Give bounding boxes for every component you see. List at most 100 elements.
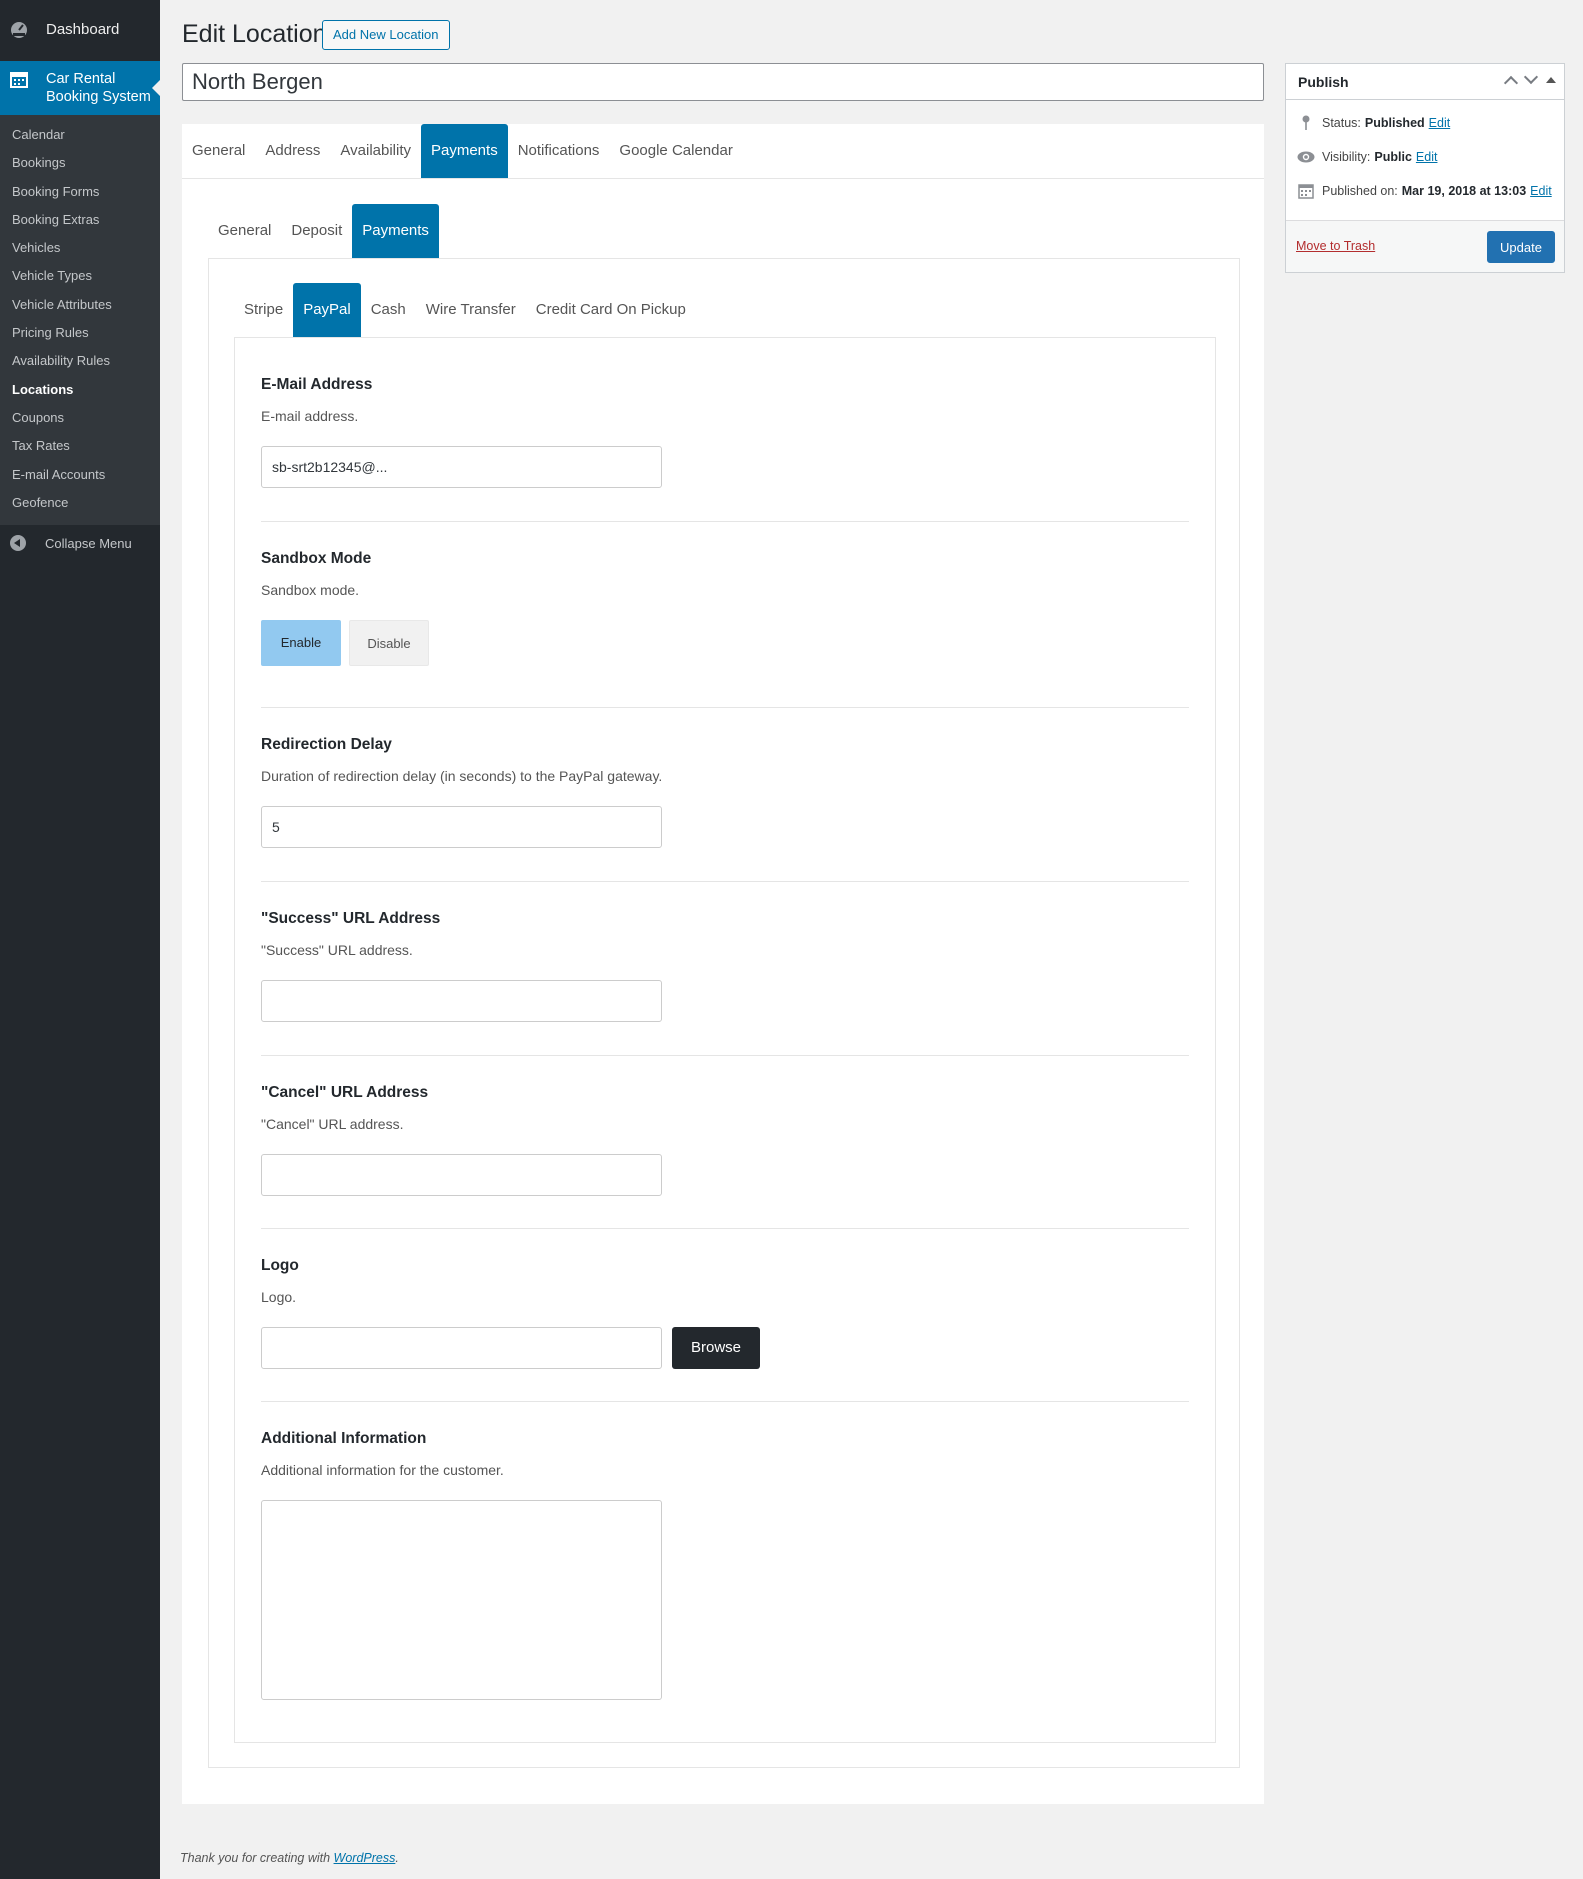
sidebar-item-dashboard[interactable]: Dashboard: [0, 0, 160, 58]
sidebar-dashboard-label: Dashboard: [46, 20, 120, 38]
published-on-row: Published on: Mar 19, 2018 at 13:03 Edit: [1297, 183, 1552, 199]
gateway-tab-cash[interactable]: Cash: [361, 283, 416, 337]
cancel-url-field-group: "Cancel" URL Address "Cancel" URL addres…: [261, 1084, 1189, 1196]
move-to-trash-link[interactable]: Move to Trash: [1296, 239, 1375, 253]
divider: [261, 707, 1189, 708]
visibility-row: Visibility: Public Edit: [1297, 149, 1437, 165]
location-title-input[interactable]: North Bergen: [182, 63, 1264, 101]
additional-info-textarea[interactable]: [261, 1500, 662, 1700]
sandbox-desc: Sandbox mode.: [261, 582, 360, 598]
divider: [261, 1228, 1189, 1229]
success-url-desc: "Success" URL address.: [261, 942, 413, 958]
main-tabs: General Address Availability Payments Notifi…: [182, 124, 1264, 179]
main-panel: General Address Availability Payments Notifi…: [182, 124, 1264, 1804]
sidebar-submenu: Calendar Bookings Booking Forms Booking Ext…: [0, 115, 160, 526]
sidebar-item-locations[interactable]: Locations: [0, 376, 160, 404]
move-up-icon[interactable]: [1503, 75, 1519, 91]
success-url-input[interactable]: [261, 980, 662, 1022]
status-edit-link[interactable]: Edit: [1429, 116, 1451, 130]
gateway-tab-credit-card-on-pickup[interactable]: Credit Card On Pickup: [526, 283, 696, 337]
sidebar-item-tax-rates[interactable]: Tax Rates: [0, 432, 160, 460]
logo-label: Logo: [261, 1257, 299, 1274]
payments-subtabs: General Deposit Payments: [208, 204, 439, 258]
sidebar-item-bookings[interactable]: Bookings: [0, 149, 160, 177]
sandbox-enable-button[interactable]: Enable: [261, 620, 341, 666]
calendar-icon: [1297, 183, 1315, 199]
tab-address[interactable]: Address: [255, 124, 330, 178]
logo-input[interactable]: [261, 1327, 662, 1369]
sidebar-item-pricing-rules[interactable]: Pricing Rules: [0, 319, 160, 347]
published-on-label: Published on:: [1322, 184, 1398, 198]
status-row: Status: Published Edit: [1297, 115, 1450, 131]
move-down-icon[interactable]: [1523, 69, 1539, 85]
email-field-group: E-Mail Address E-mail address. sb-srt2b1…: [261, 376, 1189, 488]
delay-field-group: Redirection Delay Duration of redirectio…: [261, 736, 1189, 848]
sidebar-item-vehicle-attributes[interactable]: Vehicle Attributes: [0, 291, 160, 319]
page-title: Edit Location: [182, 20, 327, 48]
admin-sidebar: Dashboard Car Rental Booking System Cale…: [0, 0, 160, 1879]
admin-footer: Thank you for creating with WordPress.: [180, 1851, 399, 1865]
collapse-menu-button[interactable]: Collapse Menu: [0, 525, 160, 561]
tab-google-calendar[interactable]: Google Calendar: [609, 124, 742, 178]
sidebar-current-label: Car Rental Booking System: [46, 71, 151, 105]
sandbox-disable-button[interactable]: Disable: [349, 620, 429, 666]
delay-desc: Duration of redirection delay (in second…: [261, 768, 663, 784]
delay-label: Redirection Delay: [261, 736, 392, 753]
success-url-field-group: "Success" URL Address "Success" URL addr…: [261, 910, 1189, 1022]
status-label: Status:: [1322, 116, 1361, 130]
gateway-tab-wire-transfer[interactable]: Wire Transfer: [416, 283, 526, 337]
tab-general[interactable]: General: [182, 124, 255, 178]
pin-icon: [1297, 115, 1315, 131]
published-on-value: Mar 19, 2018 at 13:03: [1401, 184, 1527, 198]
subtab-general[interactable]: General: [208, 204, 281, 258]
additional-info-label: Additional Information: [261, 1430, 427, 1447]
email-input[interactable]: sb-srt2b12345@...: [261, 446, 662, 488]
logo-field-group: Logo Logo. Browse: [261, 1257, 1189, 1369]
tab-payments[interactable]: Payments: [421, 124, 508, 178]
additional-info-field-group: Additional Information Additional inform…: [261, 1430, 1189, 1700]
success-url-label: "Success" URL Address: [261, 910, 441, 927]
visibility-edit-link[interactable]: Edit: [1416, 150, 1438, 164]
divider: [261, 881, 1189, 882]
sidebar-item-vehicle-types[interactable]: Vehicle Types: [0, 262, 160, 290]
update-button[interactable]: Update: [1487, 231, 1555, 263]
visibility-value: Public: [1374, 150, 1412, 164]
sidebar-item-vehicles[interactable]: Vehicles: [0, 234, 160, 262]
publish-header: Publish: [1286, 64, 1564, 100]
email-desc: E-mail address.: [261, 408, 359, 424]
sidebar-item-car-rental[interactable]: Car Rental Booking System: [0, 61, 160, 115]
delay-input[interactable]: 5: [261, 806, 662, 848]
cancel-url-desc: "Cancel" URL address.: [261, 1116, 404, 1132]
cancel-url-input[interactable]: [261, 1154, 662, 1196]
eye-icon: [1297, 149, 1315, 165]
sidebar-item-calendar[interactable]: Calendar: [0, 121, 160, 149]
paypal-settings-form: E-Mail Address E-mail address. sb-srt2b1…: [234, 337, 1216, 1743]
collapse-icon: [10, 535, 26, 552]
sandbox-field-group: Sandbox Mode Sandbox mode. Enable Disabl…: [261, 550, 1189, 666]
status-value: Published: [1364, 116, 1425, 130]
additional-info-desc: Additional information for the customer.: [261, 1462, 504, 1478]
tab-notifications[interactable]: Notifications: [508, 124, 610, 178]
sidebar-item-e-mail-accounts[interactable]: E-mail Accounts: [0, 461, 160, 489]
sidebar-item-coupons[interactable]: Coupons: [0, 404, 160, 432]
sidebar-item-geofence[interactable]: Geofence: [0, 489, 160, 517]
publish-box: Publish Status: Published Edit Visibilit…: [1285, 63, 1565, 273]
publish-actions: Move to Trash Update: [1286, 220, 1564, 272]
published-on-edit-link[interactable]: Edit: [1530, 184, 1552, 198]
subtab-payments[interactable]: Payments: [352, 204, 439, 258]
gateway-tab-paypal[interactable]: PayPal: [293, 283, 361, 337]
add-new-location-button[interactable]: Add New Location: [322, 20, 450, 50]
sidebar-item-availability-rules[interactable]: Availability Rules: [0, 347, 160, 375]
subtab-deposit[interactable]: Deposit: [281, 204, 352, 258]
toggle-panel-icon[interactable]: [1546, 77, 1556, 83]
sidebar-item-booking-extras[interactable]: Booking Extras: [0, 206, 160, 234]
publish-title: Publish: [1298, 73, 1349, 90]
gateway-tab-stripe[interactable]: Stripe: [234, 283, 293, 337]
logo-desc: Logo.: [261, 1289, 297, 1305]
browse-button[interactable]: Browse: [672, 1327, 760, 1369]
tab-availability[interactable]: Availability: [330, 124, 421, 178]
wordpress-link[interactable]: WordPress: [334, 1851, 396, 1865]
sidebar-item-booking-forms[interactable]: Booking Forms: [0, 178, 160, 206]
cancel-url-label: "Cancel" URL Address: [261, 1084, 429, 1101]
divider: [261, 1055, 1189, 1056]
